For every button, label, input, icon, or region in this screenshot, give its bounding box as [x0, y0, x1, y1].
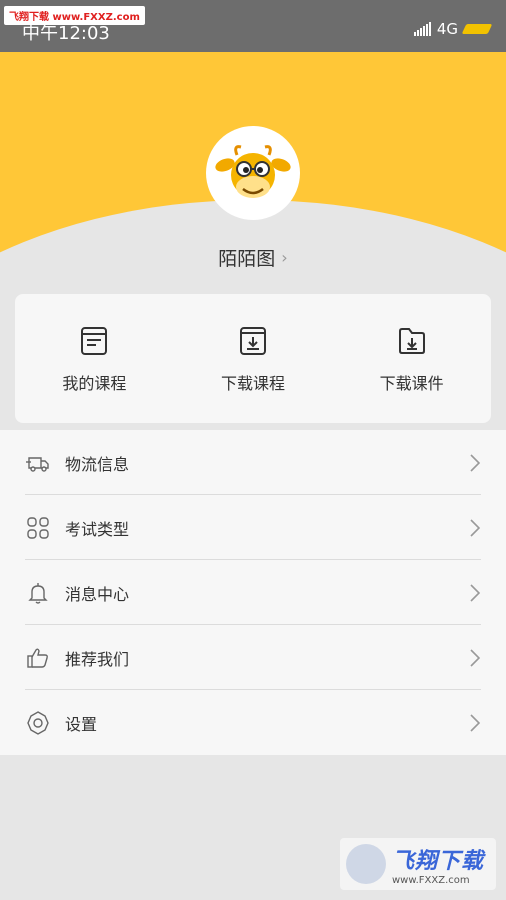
menu-item-message-center[interactable]: 消息中心: [0, 560, 506, 625]
my-courses-label: 我的课程: [62, 374, 127, 393]
menu-label-logistics: 物流信息: [65, 454, 130, 474]
status-bar: 飞翔下载 www.FXXZ.com 中午12:03 4G: [0, 0, 506, 52]
battery-icon: [461, 24, 493, 34]
watermark-url: www.FXXZ.com: [392, 874, 470, 886]
status-time: 中午12:03: [22, 23, 110, 44]
username-row[interactable]: 陌陌图 ›: [0, 244, 506, 271]
chevron-right-icon: [470, 583, 480, 602]
avatar[interactable]: [206, 126, 300, 220]
download-box-icon: [240, 327, 266, 355]
menu-list: 物流信息 考试类型 消息中心 推荐我们 设置: [0, 430, 506, 755]
grid-icon: [27, 516, 49, 539]
chevron-right-icon: [470, 518, 480, 537]
cow-mascot-icon: [215, 145, 291, 198]
download-folder-icon: [398, 328, 425, 354]
watermark-title: 飞翔下载: [392, 848, 485, 874]
menu-label-recommend: 推荐我们: [65, 649, 130, 669]
watermark-logo-icon: [346, 844, 386, 884]
download-materials-label: 下载课件: [379, 374, 444, 393]
chevron-right-icon: [470, 648, 480, 667]
quick-actions-card: 我的课程 下载课程 下载课件: [15, 294, 491, 423]
menu-item-logistics[interactable]: 物流信息: [0, 430, 506, 495]
thumbs-up-icon: [27, 648, 48, 668]
chevron-right-icon: [470, 453, 480, 472]
watermark-bottom: 飞翔下载 www.FXXZ.com: [340, 838, 496, 890]
network-type: 4G: [436, 20, 458, 38]
download-courses-button[interactable]: 下载课程: [174, 294, 333, 423]
download-materials-button[interactable]: 下载课件: [332, 294, 491, 423]
course-book-icon: [81, 327, 108, 355]
chevron-right-icon: ›: [281, 248, 288, 267]
status-indicators: 4G: [413, 20, 493, 38]
menu-label-settings: 设置: [65, 714, 98, 734]
profile-header: [0, 52, 506, 272]
chevron-right-icon: [470, 713, 480, 732]
menu-label-exam-type: 考试类型: [65, 519, 130, 539]
menu-item-settings[interactable]: 设置: [0, 690, 506, 755]
delivery-truck-icon: [26, 456, 49, 472]
download-courses-label: 下载课程: [221, 374, 286, 393]
username: 陌陌图: [218, 248, 276, 270]
my-courses-button[interactable]: 我的课程: [15, 294, 174, 423]
menu-item-recommend[interactable]: 推荐我们: [0, 625, 506, 690]
signal-icon: [413, 22, 431, 36]
gear-icon: [27, 710, 49, 735]
bell-icon: [28, 582, 48, 604]
menu-label-message-center: 消息中心: [65, 584, 130, 604]
menu-item-exam-type[interactable]: 考试类型: [0, 495, 506, 560]
